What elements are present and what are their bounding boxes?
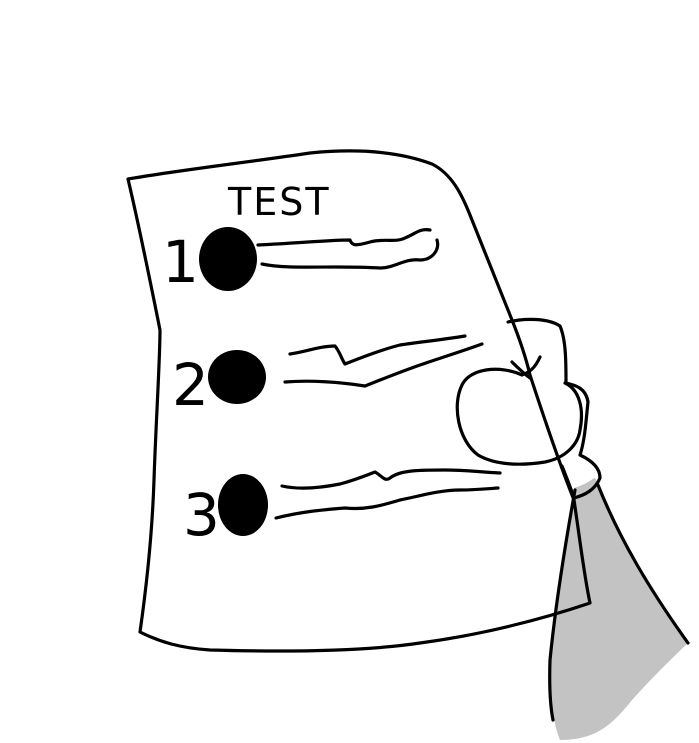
thumb xyxy=(455,355,584,466)
question-3: 3 xyxy=(183,468,502,549)
question-number-3: 3 xyxy=(183,481,220,549)
scribble-answer-line xyxy=(256,228,432,247)
answer-bubble-filled xyxy=(218,474,268,536)
question-number-1: 1 xyxy=(162,228,199,296)
question-number-2: 2 xyxy=(172,351,209,419)
answer-bubble-filled xyxy=(199,227,257,291)
scribble-answer-line xyxy=(274,486,500,520)
question-1: 1 xyxy=(162,227,440,296)
scribble-answer-line xyxy=(280,468,502,490)
drawing-canvas: TEST 1 2 3 xyxy=(0,0,699,743)
answer-bubble-filled xyxy=(208,350,266,404)
test-paper-illustration: TEST 1 2 3 xyxy=(126,149,690,740)
test-title: TEST xyxy=(227,180,331,224)
question-2: 2 xyxy=(172,334,484,419)
